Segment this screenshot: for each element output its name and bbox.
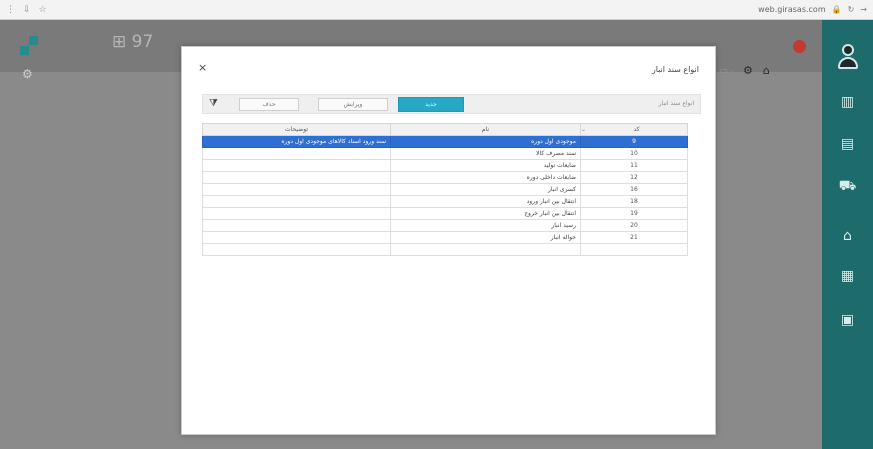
document-types-table: توضیحات نام ⌄ کد سند ورود اسناد کالاهای م…: [202, 123, 688, 256]
table-row[interactable]: رسید انبار 20: [202, 219, 688, 232]
settings-gear-icon[interactable]: ⚙: [22, 67, 33, 81]
cell-code: 10: [580, 147, 688, 160]
cell-name: انتقال بین انبار خروج: [390, 207, 581, 220]
sort-icon: ⌄: [581, 126, 587, 133]
document-types-dialog: × انواع سند انبار ⧩ حذف ویرایش جدید انوا…: [181, 46, 716, 435]
edit-button[interactable]: ویرایش: [318, 98, 388, 111]
filter-icon[interactable]: ⧩: [209, 98, 218, 109]
browser-address-area: web.girasas.com 🔒 ↻ →: [758, 5, 873, 14]
sidebar-item-report[interactable]: ▣: [822, 312, 873, 335]
cell-description: [202, 147, 391, 160]
download-icon[interactable]: ⇩: [23, 5, 31, 15]
cell-code: 20: [580, 219, 688, 232]
table-header-row: توضیحات نام ⌄ کد: [202, 123, 688, 136]
cell-description: [202, 207, 391, 220]
cell-name: حواله انبار: [390, 231, 581, 244]
cell-description: [202, 219, 391, 232]
browser-left-controls: ⋮ ⇩ ☆: [0, 5, 47, 15]
cell-description: [202, 183, 391, 196]
browser-toolbar: ⋮ ⇩ ☆ web.girasas.com 🔒 ↻ →: [0, 0, 873, 20]
sidebar-item-list[interactable]: ▤: [822, 136, 873, 159]
sidebar-item-grid[interactable]: ▦: [822, 268, 873, 291]
gear-icon[interactable]: ⚙: [743, 64, 753, 77]
report-icon: ▣: [840, 312, 855, 328]
cell-name: موجودی اول دوره: [390, 135, 581, 148]
table-row[interactable]: سند ورود اسناد کالاهای موجودی اول دوره مو…: [202, 135, 688, 148]
list-icon: ▤: [840, 136, 855, 152]
cell-code: 19: [580, 207, 688, 220]
cell-description: [202, 243, 391, 256]
user-avatar-icon[interactable]: [836, 44, 860, 70]
cell-code: 16: [580, 183, 688, 196]
app-logo: [20, 36, 40, 56]
sidebar-item-bank[interactable]: ⌂: [822, 228, 873, 251]
cell-description: [202, 171, 391, 184]
cell-name: [390, 243, 581, 256]
cell-name: ضایعات تولید: [390, 159, 581, 172]
table-row[interactable]: انتقال بین انبار ورود 18: [202, 195, 688, 208]
table-row[interactable]: ضایعات داخلی دوره 12: [202, 171, 688, 184]
cell-name: کسری انبار: [390, 183, 581, 196]
cell-description: [202, 231, 391, 244]
header-actions: ▭ - ⚙ ⌂: [720, 64, 770, 77]
menu-icon[interactable]: ⋮: [6, 5, 15, 15]
chart-icon: ▥: [840, 94, 855, 110]
home-icon[interactable]: ⌂: [763, 64, 770, 77]
cell-description: سند ورود اسناد کالاهای موجودی اول دوره: [202, 135, 391, 148]
cell-code: 21: [580, 231, 688, 244]
reload-icon[interactable]: ↻: [848, 5, 855, 14]
toolbar-caption: انواع سند انبار: [658, 100, 694, 107]
column-header-name[interactable]: نام: [390, 123, 581, 136]
cell-code: 12: [580, 171, 688, 184]
cell-name: ضایعات داخلی دوره: [390, 171, 581, 184]
cell-code: 11: [580, 159, 688, 172]
table-row[interactable]: انتقال بین انبار خروج 19: [202, 207, 688, 220]
cell-name: رسید انبار: [390, 219, 581, 232]
column-code-label: کد: [633, 126, 640, 133]
cart-icon: ⛟: [838, 178, 857, 194]
forward-icon[interactable]: →: [860, 5, 867, 14]
cell-code: [580, 243, 688, 256]
table-row[interactable]: حواله انبار 21: [202, 231, 688, 244]
lock-icon: 🔒: [831, 5, 842, 14]
star-icon[interactable]: ☆: [39, 5, 47, 15]
header-item[interactable]: ▭ -: [720, 66, 733, 75]
cell-code: 18: [580, 195, 688, 208]
version-number: 97: [131, 32, 154, 52]
cell-description: [202, 195, 391, 208]
cell-description: [202, 159, 391, 172]
cell-name: سند مصرف کالا: [390, 147, 581, 160]
new-button[interactable]: جدید: [398, 97, 464, 112]
close-icon[interactable]: ×: [198, 61, 207, 74]
app-version: ⊞ 97: [112, 32, 154, 52]
grid-icon: ▦: [840, 268, 855, 284]
bank-icon: ⌂: [843, 228, 852, 244]
sidebar-item-chart[interactable]: ▥: [822, 94, 873, 117]
cell-name: انتقال بین انبار ورود: [390, 195, 581, 208]
grid-toolbar: ⧩ حذف ویرایش جدید انواع سند انبار: [202, 94, 701, 114]
notification-icon[interactable]: [793, 40, 806, 53]
address-url[interactable]: web.girasas.com: [758, 5, 825, 14]
dialog-title: انواع سند انبار: [651, 65, 699, 74]
table-row[interactable]: سند مصرف کالا 10: [202, 147, 688, 160]
table-row[interactable]: کسری انبار 16: [202, 183, 688, 196]
table-row[interactable]: ضایعات تولید 11: [202, 159, 688, 172]
table-row[interactable]: [202, 243, 688, 256]
column-header-code[interactable]: ⌄ کد: [580, 123, 688, 136]
delete-button[interactable]: حذف: [239, 98, 299, 111]
sidebar-item-cart[interactable]: ⛟: [822, 178, 873, 201]
cell-code: 9: [580, 135, 688, 148]
column-header-description[interactable]: توضیحات: [202, 123, 391, 136]
